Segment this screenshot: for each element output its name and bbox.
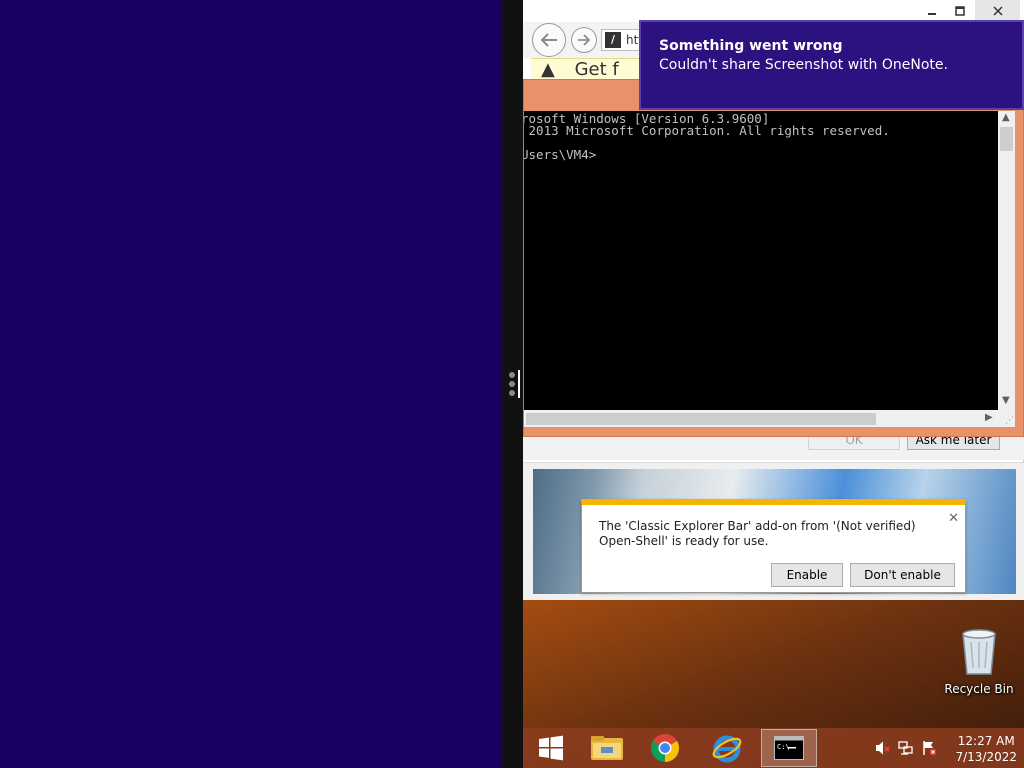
recycle-bin-icon [962,629,996,675]
cmd-line: 2013 Microsoft Corporation. All rights r… [524,123,890,138]
internet-explorer-icon [712,735,742,763]
enable-button[interactable]: Enable [771,563,843,587]
start-button[interactable] [523,729,579,767]
command-prompt-icon: C:\ [774,736,804,760]
cmd-console-output[interactable]: rosoft Windows [Version 6.3.9600] 2013 M… [524,111,998,410]
action-center-flag-icon[interactable] [921,740,937,756]
snap-divider-grip[interactable] [508,370,522,400]
taskbar-command-prompt[interactable]: C:\ [761,729,817,767]
addon-notification-bar: The 'Classic Explorer Bar' add-on from '… [581,499,966,593]
maximize-icon [955,6,965,16]
toast-message: Couldn't share Screenshot with OneNote. [659,57,948,73]
scroll-down-icon[interactable]: ▼ [1002,395,1010,406]
toast-title: Something went wrong [659,38,843,54]
minimize-icon [928,13,936,15]
command-prompt-window[interactable]: rosoft Windows [Version 6.3.9600] 2013 M… [523,79,1024,437]
close-icon [992,6,1003,16]
chrome-icon [651,734,679,762]
clock-time: 12:27 AM [957,734,1015,748]
resize-grip-icon[interactable]: ⋰ [998,410,1015,427]
file-explorer-icon [591,736,623,760]
cmd-horizontal-scrollbar[interactable]: ▶ [524,410,998,427]
ie-page-content: The 'Classic Explorer Bar' add-on from '… [523,462,1024,600]
ie-titlebar [523,0,1024,22]
system-tray: 12:27 AM 7/13/2022 [871,728,1024,768]
scroll-up-icon[interactable]: ▲ [1002,112,1010,123]
close-button[interactable] [975,0,1020,22]
horizontal-scroll-thumb[interactable] [526,413,876,425]
forward-arrow-icon [578,34,591,46]
notification-close-icon[interactable]: ✕ [948,511,959,526]
dont-enable-button[interactable]: Don't enable [850,563,955,587]
maximize-button[interactable] [946,0,974,22]
clock[interactable]: 12:27 AM 7/13/2022 [955,733,1017,765]
start-icon [539,735,563,761]
taskbar-chrome[interactable] [637,729,693,767]
taskbar-internet-explorer[interactable] [699,729,755,767]
back-arrow-icon [540,33,557,47]
back-button[interactable] [532,23,566,57]
error-toast-notification[interactable]: Something went wrong Couldn't share Scre… [639,20,1024,110]
addon-notification-message: The 'Classic Explorer Bar' add-on from '… [599,519,916,548]
cmd-prompt-line: Users\VM4> [524,147,597,162]
taskbar-file-explorer[interactable] [579,729,635,767]
forward-button[interactable] [571,27,597,53]
ie-infobar: ▲ Get f [531,58,641,80]
recycle-bin[interactable]: Recycle Bin [941,628,1017,696]
minimize-button[interactable] [918,0,946,22]
network-icon[interactable] [898,740,914,756]
warning-icon: ▲ [541,59,555,80]
clock-date: 7/13/2022 [955,750,1017,764]
cmd-vertical-scrollbar[interactable]: ▲ ▼ [998,111,1015,410]
svg-text:C:\: C:\ [777,743,790,751]
vertical-scroll-thumb[interactable] [1000,127,1013,151]
recycle-bin-label: Recycle Bin [944,682,1014,696]
start-screen-background [0,0,502,768]
scroll-right-icon[interactable]: ▶ [985,412,993,423]
taskbar: C:\ 12:27 AM 7/13/2022 [523,728,1024,768]
volume-muted-icon[interactable] [875,740,891,756]
site-favicon-icon: / [605,32,621,48]
infobar-text: Get f [574,59,619,80]
